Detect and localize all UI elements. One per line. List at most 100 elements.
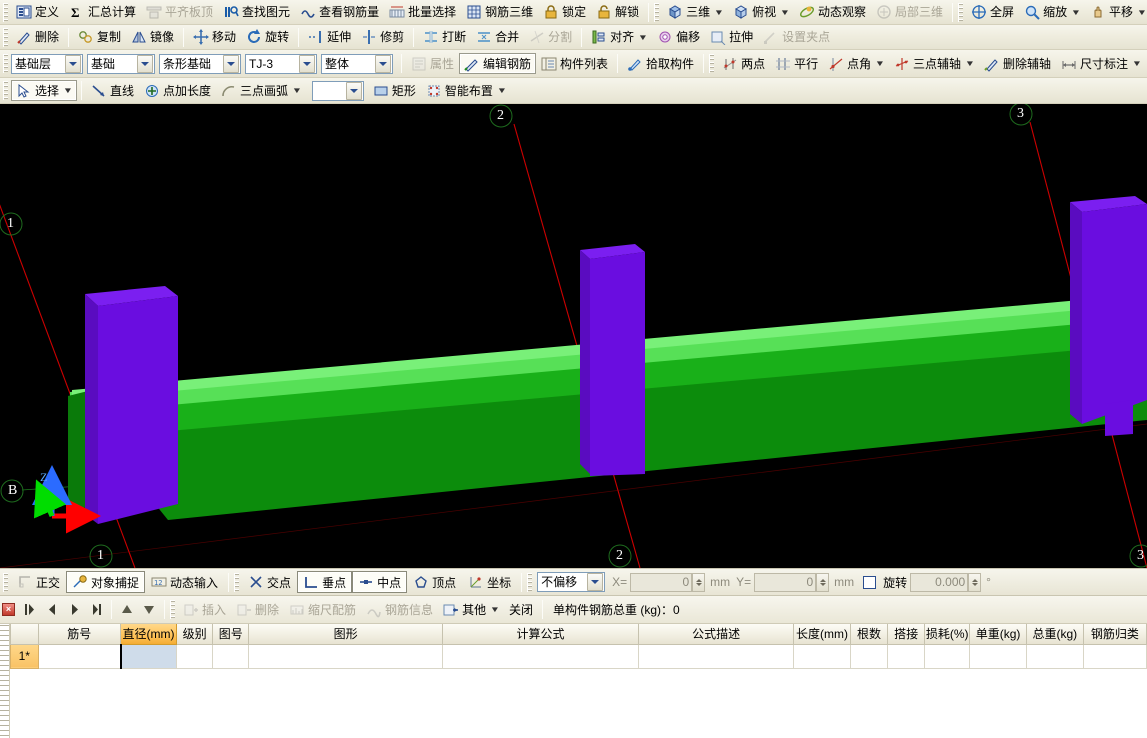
- rebar-grid[interactable]: 筋号直径(mm)级别图号图形计算公式公式描述长度(mm)根数搭接损耗(%)单重(…: [10, 624, 1147, 669]
- column-header-changdu[interactable]: 长度(mm): [794, 624, 851, 644]
- toolbar-button-sigma[interactable]: Σ汇总计算: [64, 2, 141, 23]
- column-header-danzhong[interactable]: 单重(kg): [970, 624, 1027, 644]
- toolbar-grip[interactable]: [958, 3, 963, 22]
- rebar-button-close[interactable]: 关闭: [504, 599, 538, 620]
- toolbar-button-offset[interactable]: 偏移: [652, 27, 705, 48]
- chevron-down-icon[interactable]: [137, 55, 153, 73]
- column-header-sunhao[interactable]: 损耗(%): [925, 624, 970, 644]
- table-body[interactable]: 1*: [11, 644, 1147, 668]
- toolbar-button-three-point-axis[interactable]: 三点辅轴▼: [889, 53, 979, 74]
- chevron-down-icon[interactable]: [587, 573, 603, 591]
- 3d-viewport[interactable]: 123B123 Z: [0, 104, 1147, 568]
- nav-up-button[interactable]: [116, 600, 138, 620]
- toolbar-grip[interactable]: [170, 600, 175, 619]
- cell-dajie[interactable]: [888, 644, 925, 668]
- toolbar-button-parallel-axis[interactable]: 平行: [770, 53, 823, 74]
- nav-down-button[interactable]: [138, 600, 160, 620]
- cell-sunhao[interactable]: [925, 644, 970, 668]
- type-combo[interactable]: 条形基础: [159, 54, 241, 74]
- toolbar-button-extend[interactable]: 延伸: [303, 27, 356, 48]
- chevron-down-icon[interactable]: [299, 55, 315, 73]
- chevron-down-icon[interactable]: [375, 55, 391, 73]
- snap-toggle-dynamic-input[interactable]: 12动态输入: [145, 571, 224, 593]
- rotate-input[interactable]: 0.000: [910, 573, 968, 592]
- cell-jisuangongshi[interactable]: [442, 644, 638, 668]
- toolbar-button-merge[interactable]: 合并: [471, 27, 524, 48]
- toolbar-grip[interactable]: [527, 573, 532, 592]
- toolbar-grip[interactable]: [3, 54, 8, 73]
- column-header-guilei[interactable]: 钢筋归类: [1083, 624, 1146, 644]
- rebar-button-other[interactable]: 其他▼: [438, 599, 504, 620]
- snap-perpendicular[interactable]: 垂点: [297, 571, 352, 593]
- toolbar-button-break[interactable]: 打断: [418, 27, 471, 48]
- toolbar-button-trim[interactable]: 修剪: [356, 27, 409, 48]
- rebar-table[interactable]: 筋号直径(mm)级别图号图形计算公式公式描述长度(mm)根数搭接损耗(%)单重(…: [0, 624, 1147, 738]
- element-combo[interactable]: TJ-3: [245, 54, 317, 74]
- column-header-dajie[interactable]: 搭接: [888, 624, 925, 644]
- chevron-down-icon[interactable]: [223, 55, 239, 73]
- toolbar-grip[interactable]: [3, 28, 8, 47]
- toolbar-button-cursor[interactable]: 选择▼: [11, 80, 77, 101]
- snap-toggle-object-snap[interactable]: 对象捕捉: [66, 571, 145, 593]
- toolbar-button-rectangle[interactable]: 矩形: [368, 80, 421, 101]
- level-combo[interactable]: 基础层: [11, 54, 83, 74]
- toolbar-button-arc[interactable]: 三点画弧▼: [216, 80, 306, 101]
- toolbar-button-orbit[interactable]: 动态观察: [794, 2, 871, 23]
- toolbar-grip[interactable]: [709, 54, 714, 73]
- cell-zhijing[interactable]: [121, 644, 177, 668]
- column-header-jisuangongshi[interactable]: 计算公式: [442, 624, 638, 644]
- toolbar-button-zoom[interactable]: 缩放▼: [1019, 2, 1085, 23]
- toolbar-button-define[interactable]: 定义: [11, 2, 64, 23]
- toolbar-button-line[interactable]: 直线: [86, 80, 139, 101]
- column-3[interactable]: [1070, 196, 1147, 436]
- cell-zongzhong[interactable]: [1026, 644, 1083, 668]
- column-header-rownum[interactable]: [11, 624, 39, 644]
- nav-first-button[interactable]: [19, 600, 41, 620]
- cell-jibie[interactable]: [177, 644, 213, 668]
- coord-y-input[interactable]: 0: [754, 573, 816, 592]
- column-header-jinhao[interactable]: 筋号: [38, 624, 120, 644]
- toolbar-button-delete[interactable]: 删除: [11, 27, 64, 48]
- nav-prev-button[interactable]: [41, 600, 63, 620]
- rotate-stepper[interactable]: [968, 573, 981, 592]
- chevron-down-icon[interactable]: [346, 82, 362, 100]
- row-number-cell[interactable]: 1*: [11, 644, 39, 668]
- toolbar-button-mirror[interactable]: 镜像: [126, 27, 179, 48]
- cell-genshu[interactable]: [850, 644, 887, 668]
- offset-mode-combo[interactable]: 不偏移: [537, 572, 605, 592]
- toolbar-grip[interactable]: [234, 573, 239, 592]
- coord-y-stepper[interactable]: [816, 573, 829, 592]
- toolbar-button-two-point-axis[interactable]: 两点: [717, 53, 770, 74]
- column-header-zongzhong[interactable]: 总重(kg): [1026, 624, 1083, 644]
- snap-intersection[interactable]: 交点: [242, 571, 297, 593]
- rotate-checkbox[interactable]: [863, 576, 876, 589]
- part-combo[interactable]: 整体: [321, 54, 393, 74]
- cell-guilei[interactable]: [1083, 644, 1146, 668]
- nav-next-button[interactable]: [63, 600, 85, 620]
- toolbar-button-component-list[interactable]: 构件列表: [536, 53, 613, 74]
- nav-last-button[interactable]: [85, 600, 107, 620]
- cell-tuxing[interactable]: [249, 644, 442, 668]
- column-header-tuxing[interactable]: 图形: [249, 624, 442, 644]
- snap-coordinate[interactable]: 坐标: [462, 571, 517, 593]
- toolbar-button-fullscreen[interactable]: 全屏: [966, 2, 1019, 23]
- cell-changdu[interactable]: [794, 644, 851, 668]
- toolbar-button-find-element[interactable]: 查找图元: [218, 2, 295, 23]
- toolbar-button-view-rebar-qty[interactable]: 查看钢筋量: [295, 2, 384, 23]
- cell-gongshimiaoshu[interactable]: [639, 644, 794, 668]
- column-header-gongshimiaoshu[interactable]: 公式描述: [639, 624, 794, 644]
- toolbar-button-rebar-3d[interactable]: 钢筋三维: [461, 2, 538, 23]
- table-row[interactable]: 1*: [11, 644, 1147, 668]
- toolbar-button-edit-rebar[interactable]: 编辑钢筋: [459, 53, 536, 74]
- toolbar-grip[interactable]: [3, 81, 8, 100]
- column-header-jibie[interactable]: 级别: [177, 624, 213, 644]
- column-header-zhijing[interactable]: 直径(mm): [121, 624, 177, 644]
- toolbar-button-dimension[interactable]: 尺寸标注▼: [1056, 53, 1146, 74]
- column-header-genshu[interactable]: 根数: [850, 624, 887, 644]
- toolbar-button-unlock[interactable]: 解锁: [591, 2, 644, 23]
- column-1[interactable]: [85, 286, 178, 524]
- coord-x-stepper[interactable]: [692, 573, 705, 592]
- toolbar-button-delete-axis[interactable]: 删除辅轴: [979, 53, 1056, 74]
- toolbar-grip[interactable]: [654, 3, 659, 22]
- chevron-down-icon[interactable]: [65, 55, 81, 73]
